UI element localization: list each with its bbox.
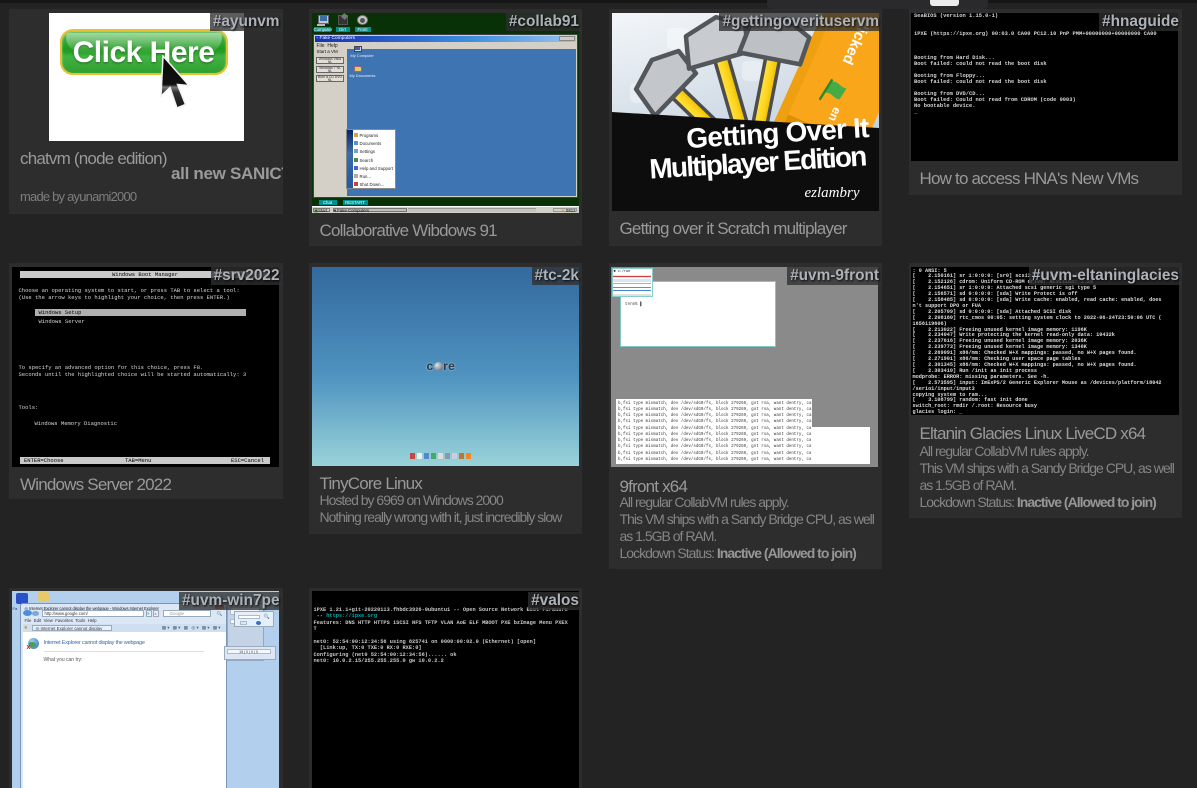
svg-text:ezlambry: ezlambry — [804, 185, 859, 201]
